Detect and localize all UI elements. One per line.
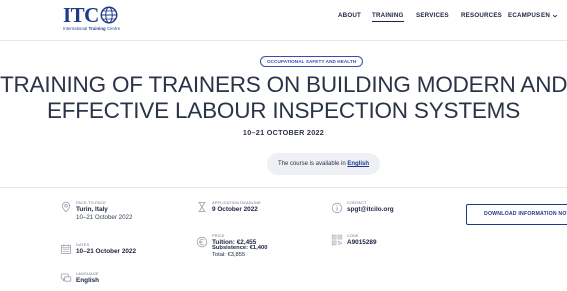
nav-ecampus[interactable]: ECAMPUS <box>508 12 540 19</box>
info-code: CODE A9015289 <box>331 234 451 250</box>
title-line-1: TRAINING OF TRAINERS ON BUILDING MODERN … <box>0 72 567 97</box>
code-label: CODE <box>347 234 359 238</box>
availability-language-link[interactable]: English <box>347 161 369 167</box>
contact-email-link[interactable]: spgt@itcilo.org <box>347 206 394 214</box>
calendar-icon <box>61 244 71 254</box>
info-contact: CONTACT spgt@itcilo.org <box>331 201 451 217</box>
logo-subtitle: International Training Centre <box>63 26 121 31</box>
availability-text: The course is available in <box>277 161 348 167</box>
nav-resources[interactable]: RESOURCES <box>461 12 502 19</box>
format-dates: 10–21 October 2022 <box>76 213 133 221</box>
language-value: English <box>76 277 100 284</box>
price-total: Total: €3,855 <box>212 251 246 258</box>
deadline-value: 9 October 2022 <box>212 206 258 213</box>
euro-icon <box>196 236 208 248</box>
location-pin-icon <box>61 201 71 213</box>
format-label: FACE-TO-FACE <box>76 201 106 205</box>
main-nav: ABOUT TRAINING SERVICES RESOURCES ECAMPU… <box>0 12 567 24</box>
page-title: TRAINING OF TRAINERS ON BUILDING MODERN … <box>0 72 567 124</box>
info-language: LANGUAGE English <box>60 272 190 288</box>
download-information-note-button[interactable]: DOWNLOAD INFORMATION NOTE <box>466 204 567 225</box>
nav-services[interactable]: SERVICES <box>416 12 449 19</box>
title-line-2: EFFECTIVE LABOUR INSPECTION SYSTEMS <box>46 98 521 123</box>
header-divider <box>0 40 567 41</box>
language-label-small: LANGUAGE <box>76 272 99 276</box>
site-header: ITC International Training Centre ABOUT … <box>0 0 567 40</box>
speech-bubbles-icon <box>60 273 72 282</box>
info-dates: DATES 10–21 October 2022 <box>60 243 190 259</box>
availability-pill: The course is available in English <box>267 153 380 175</box>
language-selector[interactable]: EN <box>541 12 558 19</box>
section-divider <box>0 187 567 188</box>
qr-code-icon <box>331 234 343 246</box>
category-tag[interactable]: OCCUPATIONAL SAFETY AND HEALTH <box>260 56 364 67</box>
format-location: Turin, Italy <box>76 206 108 213</box>
dates-label: DATES <box>76 243 90 247</box>
code-value: A9015289 <box>347 239 377 246</box>
info-deadline: APPLICATION DEADLINE 9 October 2022 <box>196 201 316 217</box>
info-price: PRICE Tuition: €2,455 Subsistence: €1,40… <box>196 234 316 264</box>
hourglass-icon <box>198 202 206 212</box>
contact-label: CONTACT <box>347 201 367 205</box>
dates-value: 10–21 October 2022 <box>76 248 137 255</box>
chevron-down-icon <box>552 14 558 17</box>
language-label: EN <box>541 12 550 19</box>
price-label: PRICE <box>212 234 225 238</box>
info-format: FACE-TO-FACE Turin, Italy 10–21 October … <box>60 201 190 231</box>
nav-training[interactable]: TRAINING <box>372 12 404 22</box>
course-dates: 10–21 OCTOBER 2022 <box>242 128 325 137</box>
nav-about[interactable]: ABOUT <box>338 12 361 19</box>
deadline-label: APPLICATION DEADLINE <box>212 201 261 205</box>
info-icon <box>331 202 343 214</box>
